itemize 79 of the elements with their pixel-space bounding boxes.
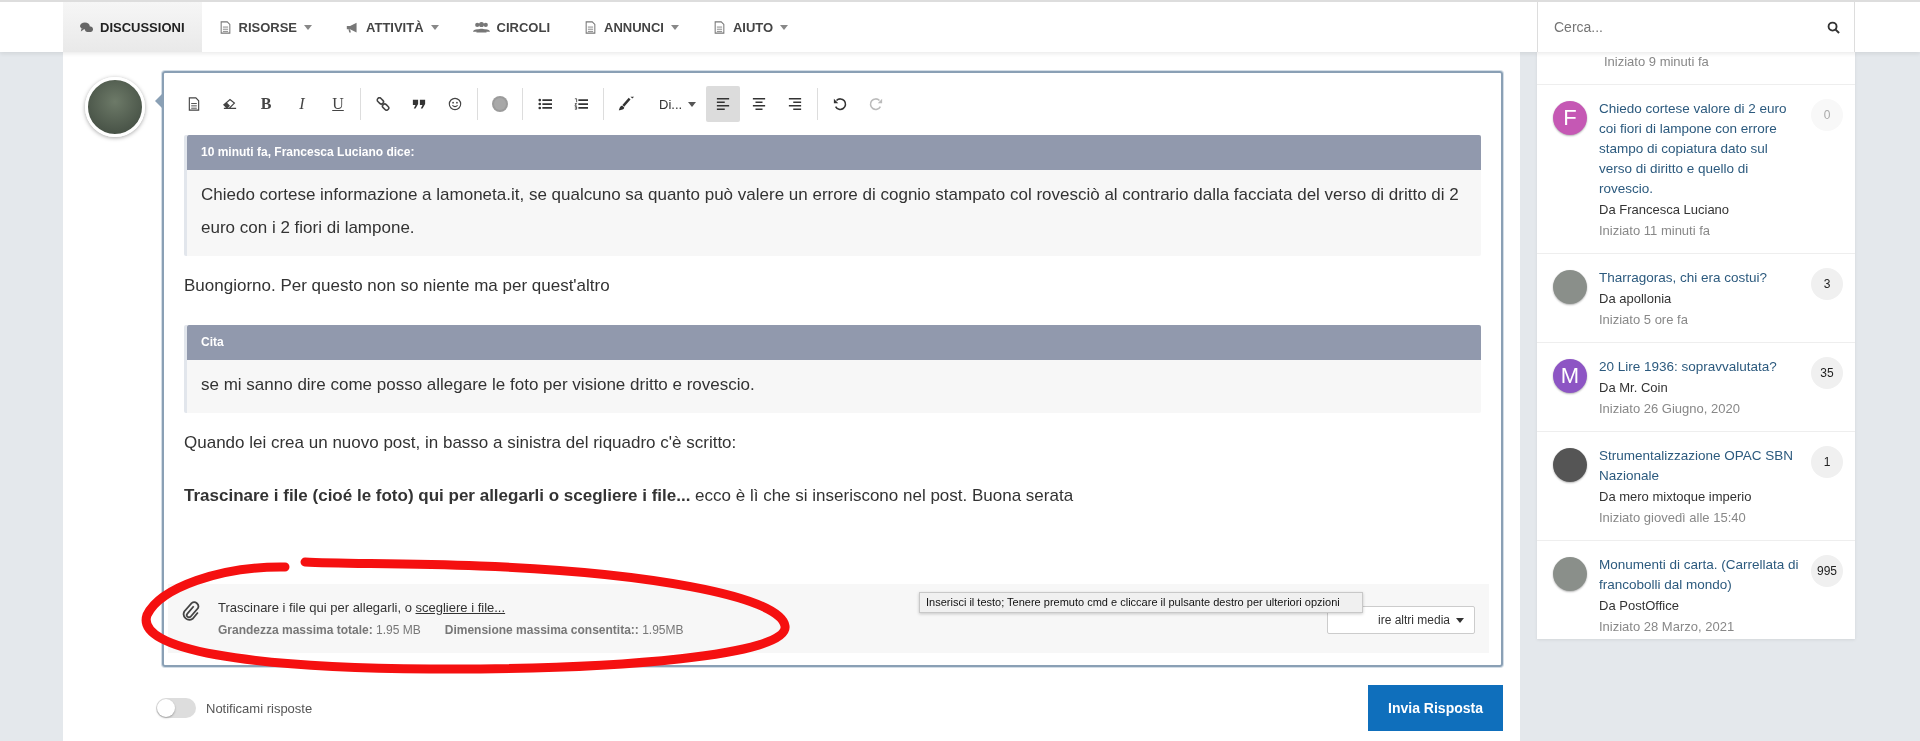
notify-toggle[interactable] [156,698,196,718]
notify-label: Notificami risposte [206,700,313,716]
post-paragraph: Trascinare i file (cioé le foto) qui per allegarli o scegliere i file... ecco è lì che si inseriscono nel post. Buona serata [184,485,1075,508]
caret-icon [1456,617,1464,623]
search-field[interactable]: Cerca... [1552,18,1827,36]
topic-link[interactable]: Chiedo cortese valore di 2 euro coi fiori di lampone con errore stampo di copiatura dato sul verso di diritto e quello di rovescio. [1599,99,1799,199]
nav-tab[interactable]: DISCUSSIONI [63,2,202,52]
quote-header: Cita [187,325,1481,361]
quote-text: Chiedo cortese informazione a lamoneta.it, se qualcuno sa quanto può valere un errore di cognio stampato col rovesciò al contrario dalla facciata del verso di dritto di 2 euro con i 2 fiori di lampone. [201,185,1459,237]
topic-author: Da PostOffice [1599,597,1680,615]
nav-tab[interactable]: ATTIVITÀ [329,2,456,52]
font-dropdown[interactable]: Di... [645,86,705,122]
topic-date: Iniziato 28 Marzo, 2021 [1599,618,1736,636]
topic-link[interactable]: Strumentalizzazione OPAC SBN Nazionale [1599,446,1799,486]
megaphone-icon [346,20,360,34]
paperclip-icon [182,600,200,622]
topic-author: Da Mr. Coin [1599,379,1669,397]
nav-tab[interactable]: CIRCOLI [455,2,567,52]
format-button[interactable]: B [249,86,283,122]
nav-tab[interactable]: RISORSE [201,2,330,52]
document-icon [218,20,232,34]
search-icon[interactable] [1827,20,1840,34]
post-paragraph: Quando lei crea un nuovo post, in basso a sinistra del riquadro c'è scritto: [184,432,738,455]
quote-icon [412,97,426,111]
avatar-photo-placeholder [1553,270,1587,304]
topic-date: Iniziato 5 ore fa [1599,311,1689,329]
nav-tab[interactable]: ANNUNCI [567,2,696,52]
post-paragraph: Buongiorno. Per questo non so niente ma per quest'altro [184,275,611,297]
format-button[interactable]: U [321,86,355,122]
smiley-icon [448,97,462,111]
avatar-photo-placeholder [1553,448,1587,482]
reply-count: 0 [1811,99,1843,131]
format-button[interactable]: I [285,86,319,122]
redo-icon [869,97,884,111]
document-icon [187,97,201,111]
choose-files-link[interactable]: scegliere i file... [415,600,506,615]
eraser-icon [223,97,237,111]
numbered-list-icon [574,97,588,111]
link-icon [376,97,390,111]
size-limit-text: Dimensione massima consentita:: 1.95MB [444,623,684,637]
size-limit-text: Grandezza massima totale: 1.95 MB [218,623,421,637]
topic-link[interactable]: 20 Lire 1936: sopravvalutata? [1599,357,1799,377]
reply-count: 3 [1811,268,1843,300]
document-icon [584,20,597,34]
document-icon [712,20,726,34]
caret-icon [688,101,697,107]
topic-date: Iniziato 9 minuti fa [1604,54,1709,69]
topic-date: Iniziato giovedì alle 15:40 [1599,509,1747,527]
users-icon [472,20,490,34]
reply-count: 1 [1811,446,1843,478]
align-right-icon [788,97,803,111]
topic-date: Iniziato 11 minuti fa [1599,222,1712,240]
topic-author: Da mero mixtoque imperio [1599,488,1753,506]
quote-header: 10 minuti fa, Francesca Luciano dice: [187,135,1481,170]
tooltip: Inserisci il testo; Tenere premuto cmd e cliccare il pulsante destro per ulteriori opzioni [919,592,1363,613]
topic-date: Iniziato 26 Giugno, 2020 [1599,400,1741,418]
color-dot-icon [491,95,509,113]
brush-icon [617,95,635,113]
topic-author: Da Francesca Luciano [1599,201,1731,219]
letter-avatar: M [1553,359,1587,393]
align-button[interactable] [706,86,741,122]
quote-text: se mi sanno dire come posso allegare le foto per visione dritto e rovescio. [201,375,755,395]
undo-icon [833,97,848,111]
chat-icon [80,20,93,34]
align-left-icon [716,97,731,111]
user-avatar [85,77,145,137]
nav-tab[interactable]: AIUTO [695,2,806,52]
topic-link[interactable]: Monumenti di carta. (Carrellata di francobolli dal mondo) [1599,555,1799,595]
reply-count: 35 [1811,357,1843,389]
align-center-icon [752,97,767,111]
topic-author: Da apollonia [1599,290,1673,308]
bullet-list-icon [538,97,552,111]
topic-link[interactable]: Tharragoras, chi era costui? [1599,268,1799,288]
letter-avatar: F [1553,101,1587,135]
reply-count: 995 [1811,555,1843,587]
attachment-area[interactable] [168,584,1489,653]
insert-media-button[interactable]: ire altri media [1326,606,1475,634]
avatar-photo-placeholder [1553,557,1587,591]
submit-reply-button[interactable]: Invia Risposta [1368,685,1503,731]
